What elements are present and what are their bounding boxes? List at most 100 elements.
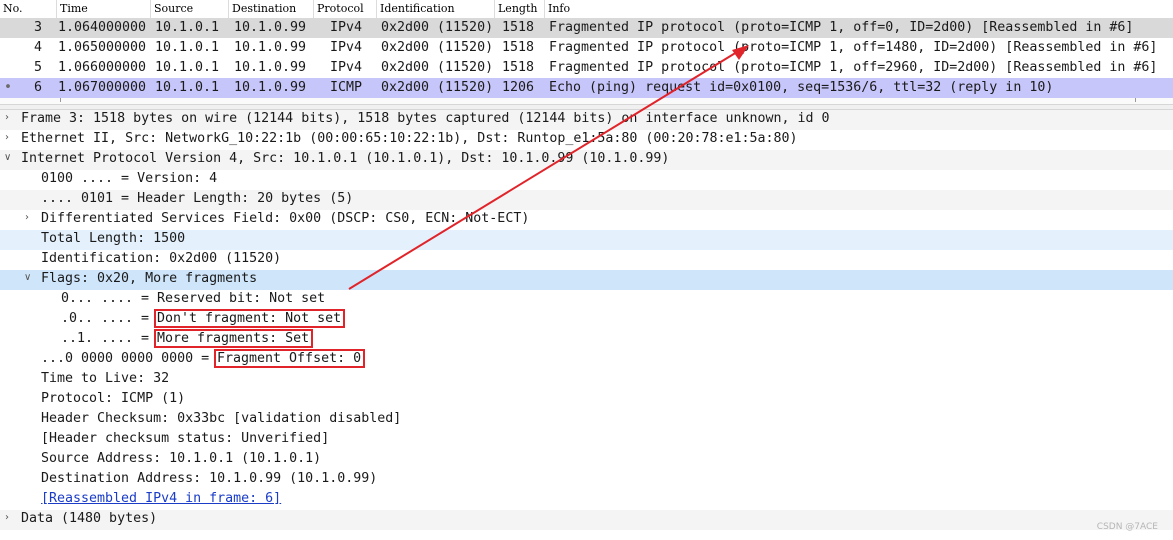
column-separator[interactable] [494, 0, 495, 18]
tree-item-label: Source Address: 10.1.0.1 (10.1.0.1) [41, 451, 322, 466]
tree-item-label: Differentiated Services Field: 0x00 (DSC… [41, 211, 530, 226]
packet-identification: 0x2d00 (11520) [381, 60, 494, 75]
watermark: CSDN @7ACE [1096, 522, 1158, 532]
tree-item-source-address[interactable]: Source Address: 10.1.0.1 (10.1.0.1) [0, 450, 1173, 470]
packet-info: Fragmented IP protocol (proto=ICMP 1, of… [549, 20, 1134, 35]
tree-item-destination-address[interactable]: Destination Address: 10.1.0.99 (10.1.0.9… [0, 470, 1173, 490]
column-header-length[interactable]: Length [498, 2, 537, 15]
bit-mask: 0... .... = [61, 291, 150, 306]
collapse-arrow-icon[interactable]: ∨ [4, 152, 14, 166]
packet-length: 1518 [502, 60, 535, 75]
tree-item-label: Fragment Offset: 0 [213, 349, 366, 368]
column-header-identification[interactable]: Identification [380, 2, 455, 15]
packet-info: Fragmented IP protocol (proto=ICMP 1, of… [549, 60, 1158, 75]
packet-identification: 0x2d00 (11520) [381, 20, 494, 35]
packet-list-header: No. Time Source Destination Protocol Ide… [0, 0, 1173, 19]
tree-item-ethernet[interactable]: › Ethernet II, Src: NetworkG_10:22:1b (0… [0, 130, 1173, 150]
collapse-arrow-icon[interactable]: ∨ [24, 272, 34, 286]
tree-item-ttl[interactable]: Time to Live: 32 [0, 370, 1173, 390]
tree-item-label: 0100 .... = Version: 4 [41, 171, 218, 186]
packet-info: Echo (ping) request id=0x0100, seq=1536/… [549, 80, 1054, 95]
packet-row-6[interactable]: • 6 1.067000000 10.1.0.1 10.1.0.99 ICMP … [0, 78, 1173, 98]
packet-row-5[interactable]: 5 1.066000000 10.1.0.1 10.1.0.99 IPv4 0x… [0, 58, 1173, 78]
column-header-info[interactable]: Info [548, 2, 570, 15]
tree-item-label: Data (1480 bytes) [21, 511, 158, 526]
tree-item-label: Destination Address: 10.1.0.99 (10.1.0.9… [41, 471, 378, 486]
column-separator[interactable] [228, 0, 229, 18]
tree-item-label: [Header checksum status: Unverified] [41, 431, 330, 446]
tree-item-label: Protocol: ICMP (1) [41, 391, 186, 406]
partial-row-tick [60, 98, 61, 102]
column-header-destination[interactable]: Destination [232, 2, 296, 15]
tree-item-reassembled[interactable]: [Reassembled IPv4 in frame: 6] [0, 490, 1173, 510]
packet-no: 4 [33, 40, 42, 55]
packet-row-4[interactable]: 4 1.065000000 10.1.0.1 10.1.0.99 IPv4 0x… [0, 38, 1173, 58]
expand-arrow-icon[interactable]: › [5, 132, 15, 146]
packet-length: 1206 [502, 80, 535, 95]
packet-details-pane: › Frame 3: 1518 bytes on wire (12144 bit… [0, 110, 1173, 540]
tree-item-ipv4[interactable]: ∨ Internet Protocol Version 4, Src: 10.1… [0, 150, 1173, 170]
packet-identification: 0x2d00 (11520) [381, 80, 494, 95]
tree-item-label: Identification: 0x2d00 (11520) [41, 251, 282, 266]
partial-row-tick [1135, 98, 1136, 102]
packet-identification: 0x2d00 (11520) [381, 40, 494, 55]
packet-source: 10.1.0.1 [155, 40, 220, 55]
column-header-source[interactable]: Source [154, 2, 193, 15]
column-separator[interactable] [150, 0, 151, 18]
expand-arrow-icon[interactable]: › [25, 212, 35, 226]
tree-item-label: Time to Live: 32 [41, 371, 170, 386]
packet-time: 1.066000000 [58, 60, 147, 75]
reassembled-frame-link[interactable]: [Reassembled IPv4 in frame: 6] [41, 491, 281, 506]
tree-item-fragment-offset[interactable]: ...0 0000 0000 0000 = Fragment Offset: 0 [0, 349, 1173, 370]
packet-protocol: ICMP [330, 80, 363, 95]
packet-no: 5 [33, 60, 42, 75]
tree-item-identification[interactable]: Identification: 0x2d00 (11520) [0, 250, 1173, 270]
tree-item-protocol[interactable]: Protocol: ICMP (1) [0, 390, 1173, 410]
tree-item-checksum[interactable]: Header Checksum: 0x33bc [validation disa… [0, 410, 1173, 430]
packet-protocol: IPv4 [330, 40, 363, 55]
packet-length: 1518 [502, 40, 535, 55]
tree-item-label: Header Checksum: 0x33bc [validation disa… [41, 411, 402, 426]
packet-row-3[interactable]: 3 1.064000000 10.1.0.1 10.1.0.99 IPv4 0x… [0, 18, 1173, 38]
tree-item-frame[interactable]: › Frame 3: 1518 bytes on wire (12144 bit… [0, 110, 1173, 130]
bit-mask: ...0 0000 0000 0000 = [41, 351, 210, 366]
packet-destination: 10.1.0.99 [234, 20, 307, 35]
column-separator[interactable] [376, 0, 377, 18]
tree-item-dont-fragment[interactable]: .0.. .... = Don't fragment: Not set [0, 309, 1173, 330]
tree-item-label: Ethernet II, Src: NetworkG_10:22:1b (00:… [21, 131, 798, 146]
column-header-protocol[interactable]: Protocol [317, 2, 364, 15]
column-header-no[interactable]: No. [3, 2, 23, 15]
tree-item-label: Total Length: 1500 [41, 231, 186, 246]
packet-protocol: IPv4 [330, 60, 363, 75]
tree-item-more-fragments[interactable]: ..1. .... = More fragments: Set [0, 329, 1173, 350]
tree-item-label: Don't fragment: Not set [153, 309, 346, 328]
tree-item-checksum-status[interactable]: [Header checksum status: Unverified] [0, 430, 1173, 450]
column-separator[interactable] [544, 0, 545, 18]
packet-no: 3 [33, 20, 42, 35]
tree-item-label: Reserved bit: Not set [157, 291, 326, 306]
packet-destination: 10.1.0.99 [234, 80, 307, 95]
packet-info: Fragmented IP protocol (proto=ICMP 1, of… [549, 40, 1158, 55]
tree-item-dsf[interactable]: › Differentiated Services Field: 0x00 (D… [0, 210, 1173, 230]
packet-source: 10.1.0.1 [155, 80, 220, 95]
tree-item-version[interactable]: 0100 .... = Version: 4 [0, 170, 1173, 190]
column-separator[interactable] [56, 0, 57, 18]
tree-item-header-length[interactable]: .... 0101 = Header Length: 20 bytes (5) [0, 190, 1173, 210]
expand-arrow-icon[interactable]: › [5, 512, 15, 526]
packet-destination: 10.1.0.99 [234, 60, 307, 75]
column-separator[interactable] [313, 0, 314, 18]
tree-item-label: Flags: 0x20, More fragments [41, 271, 258, 286]
packet-source: 10.1.0.1 [155, 20, 220, 35]
packet-no: 6 [33, 80, 42, 95]
tree-item-label: Frame 3: 1518 bytes on wire (12144 bits)… [21, 111, 830, 126]
packet-length: 1518 [502, 20, 535, 35]
tree-item-data[interactable]: › Data (1480 bytes) [0, 510, 1173, 530]
tree-item-reserved-bit[interactable]: 0... .... = Reserved bit: Not set [0, 290, 1173, 310]
tree-item-flags[interactable]: ∨ Flags: 0x20, More fragments [0, 270, 1173, 290]
packet-time: 1.067000000 [58, 80, 147, 95]
packet-source: 10.1.0.1 [155, 60, 220, 75]
packet-list: No. Time Source Destination Protocol Ide… [0, 0, 1173, 104]
column-header-time[interactable]: Time [60, 2, 88, 15]
tree-item-total-length[interactable]: Total Length: 1500 [0, 230, 1173, 250]
expand-arrow-icon[interactable]: › [5, 112, 15, 126]
